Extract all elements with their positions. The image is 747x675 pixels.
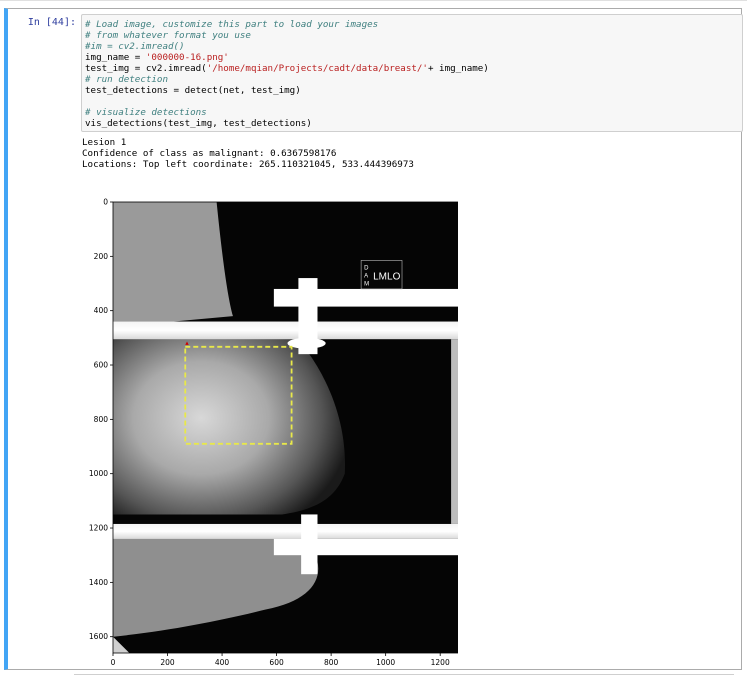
view-marker-letter: M (364, 281, 369, 287)
mammogram-plot: DAM LMLO ▴ 0 200 400 600 800 1000 1200 0 200 400 600… (89, 198, 463, 667)
x-tick-label: 0 (111, 658, 116, 667)
code-string: '/home/mqian/Projects/cadt/data/breast/' (206, 63, 428, 74)
code-line[interactable]: vis_detections(test_img, test_detections… (85, 118, 742, 129)
view-marker-letter: D (364, 265, 369, 271)
y-tick-label: 600 (94, 361, 109, 370)
x-tick-label: 800 (324, 658, 339, 667)
code-text: + img_name) (427, 63, 489, 74)
x-tick-label: 600 (269, 658, 284, 667)
y-tick-label: 200 (94, 252, 109, 261)
page-top-rule (0, 0, 747, 1)
code-text: vis_detections(test_img, test_detections… (85, 118, 312, 129)
upper-clamp-knob (287, 337, 326, 349)
output-line: Confidence of class as malignant: 0.6367… (82, 148, 337, 159)
lower-paddle (113, 523, 462, 539)
upper-paddle (113, 321, 462, 340)
code-comment: # run detection (85, 74, 168, 85)
y-tick-label: 0 (103, 198, 108, 207)
code-line[interactable]: img_name = '000000-16.png' (85, 52, 742, 63)
upper-tissue (113, 202, 233, 327)
code-text: test_detections = detect(net, test_img) (85, 85, 301, 96)
code-comment: # Load image, customize this part to loa… (85, 19, 379, 30)
code-string: '000000-16.png' (145, 52, 229, 63)
y-tick-label: 1400 (89, 578, 108, 587)
detection-marker: ▴ (185, 340, 189, 347)
output-line: Lesion 1 (82, 137, 127, 148)
code-line[interactable]: # run detection (85, 74, 742, 85)
code-text: img_name = (85, 52, 146, 63)
x-tick-label: 1000 (376, 658, 395, 667)
mammogram-image (113, 202, 462, 653)
x-tick-label: 200 (160, 658, 175, 667)
view-label: LMLO (373, 271, 400, 282)
notebook-cell[interactable]: In [44]: # Load image, customize this pa… (4, 8, 743, 670)
code-line[interactable]: test_detections = detect(net, test_img) (85, 85, 742, 96)
code-editor[interactable]: # Load image, customize this part to loa… (81, 14, 743, 132)
view-marker-letter: A (364, 273, 368, 279)
detector-frame (451, 339, 462, 524)
code-line[interactable]: # from whatever format you use (85, 30, 742, 41)
y-tick-label: 400 (94, 306, 109, 315)
code-line[interactable]: test_img = cv2.imread('/home/mqian/Proje… (85, 63, 742, 74)
code-text: test_img = cv2.imread( (85, 63, 207, 74)
y-tick-label: 800 (94, 415, 109, 424)
code-line[interactable]: # Load image, customize this part to loa… (85, 19, 742, 30)
x-tick-label: 1200 (431, 658, 450, 667)
lower-clamp-post (301, 514, 318, 575)
cell-output: Lesion 1 Confidence of class as malignant… (82, 137, 414, 170)
output-line: Locations: Top left coordinate: 265.1103… (82, 159, 414, 170)
y-tick-label: 1000 (89, 469, 108, 478)
y-tick-label: 1200 (89, 524, 108, 533)
code-comment: # visualize detections (85, 107, 207, 118)
cell-prompt: In [44]: (27, 17, 76, 28)
output-figure: D A M LMLO ▴ 0 200 400 600 800 1000 1200 0 200 400 600… (78, 192, 463, 668)
code-comment: # from whatever format you use (85, 30, 251, 41)
code-line[interactable]: #im = cv2.imread() (85, 41, 742, 52)
x-tick-label: 400 (215, 658, 230, 667)
code-line[interactable] (85, 96, 742, 107)
y-tick-label: 1600 (89, 632, 108, 641)
code-line[interactable]: # visualize detections (85, 107, 742, 118)
code-comment: #im = cv2.imread() (85, 41, 185, 52)
